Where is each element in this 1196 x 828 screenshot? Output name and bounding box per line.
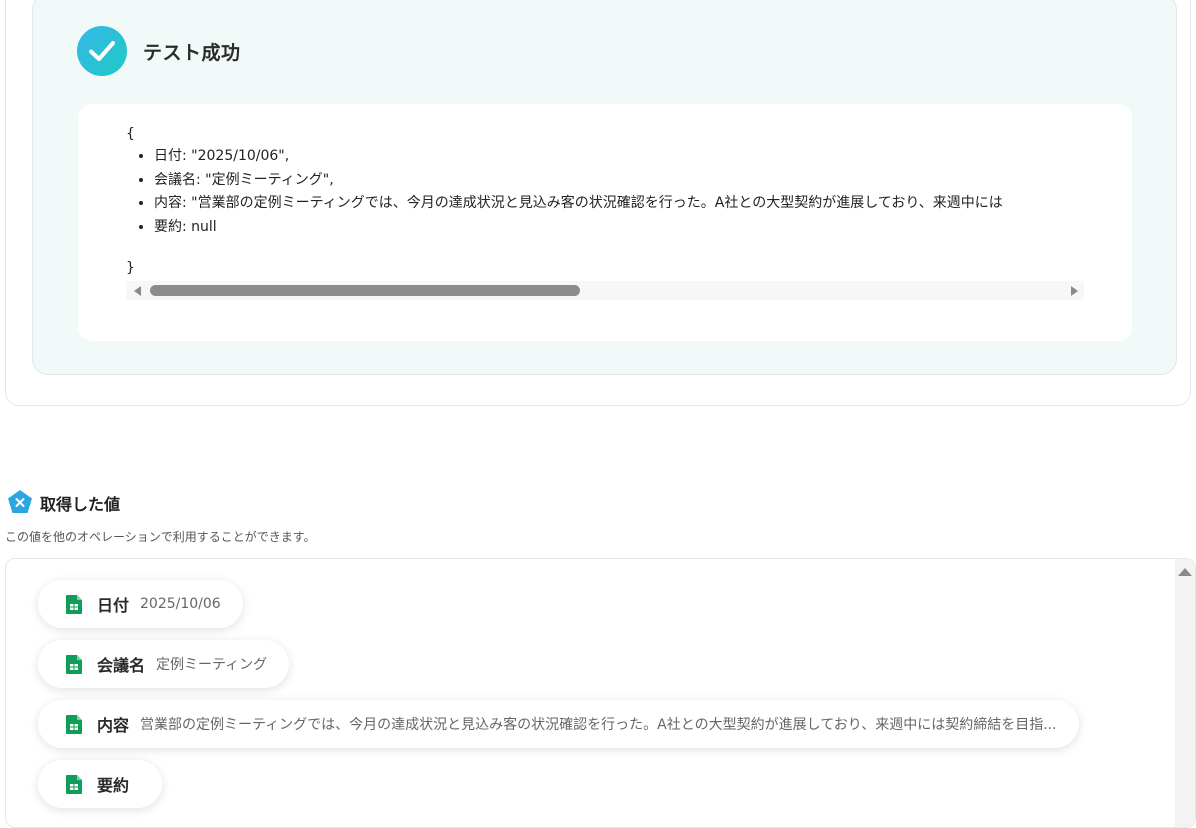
json-field-meeting-name: 会議名: "定例ミーティング", — [154, 169, 1104, 193]
success-panel: テスト成功 { 日付: "2025/10/06", 会議名: "定例ミーティング… — [32, 0, 1177, 375]
retrieved-values-title: 取得した値 — [40, 495, 121, 514]
retrieved-values-description: この値を他のオペレーションで利用することができます。 — [5, 530, 316, 544]
value-text: 定例ミーティング — [156, 657, 268, 673]
value-key: 要約 — [97, 776, 130, 795]
horizontal-scrollbar[interactable] — [126, 281, 1084, 300]
value-key: 会議名 — [97, 656, 146, 675]
check-circle-icon — [77, 26, 127, 76]
scroll-up-icon[interactable] — [1178, 568, 1192, 576]
scroll-right-icon[interactable] — [1071, 286, 1078, 296]
value-text: 2025/10/06 — [140, 596, 221, 612]
value-pill-summary[interactable]: 要約 — [38, 760, 163, 808]
json-open-brace: { — [126, 126, 135, 142]
scroll-left-icon[interactable] — [134, 286, 141, 296]
retrieved-values-panel: 日付 2025/10/06 会議名 定例ミーティング 内容 営業部の定例ミーティ… — [5, 558, 1196, 828]
json-close-brace: } — [126, 260, 135, 276]
google-sheets-icon — [66, 774, 82, 794]
test-result-card: テスト成功 { 日付: "2025/10/06", 会議名: "定例ミーティング… — [5, 0, 1191, 406]
google-sheets-icon — [66, 714, 82, 734]
google-sheets-icon — [66, 654, 82, 674]
value-key: 日付 — [97, 596, 130, 615]
horizontal-scroll-thumb[interactable] — [150, 285, 580, 296]
json-field-date: 日付: "2025/10/06", — [154, 145, 1104, 169]
vertical-scrollbar[interactable] — [1175, 559, 1195, 827]
value-text: 営業部の定例ミーティングでは、今月の達成状況と見込み客の状況確認を行った。A社と… — [140, 717, 1057, 733]
value-pill-meeting-name[interactable]: 会議名 定例ミーティング — [38, 640, 290, 688]
google-sheets-icon — [66, 594, 82, 614]
variable-icon — [8, 490, 32, 513]
json-field-summary: 要約: null — [154, 216, 1104, 240]
json-field-content: 内容: "営業部の定例ミーティングでは、今月の達成状況と見込み客の状況確認を行っ… — [154, 192, 1104, 216]
success-title: テスト成功 — [143, 42, 241, 64]
json-field-list: 日付: "2025/10/06", 会議名: "定例ミーティング", 内容: "… — [132, 145, 1104, 239]
value-pill-date[interactable]: 日付 2025/10/06 — [38, 580, 243, 628]
value-pill-content[interactable]: 内容 営業部の定例ミーティングでは、今月の達成状況と見込み客の状況確認を行った。… — [38, 700, 1079, 748]
json-output-box: { 日付: "2025/10/06", 会議名: "定例ミーティング", 内容:… — [78, 104, 1132, 341]
value-key: 内容 — [97, 716, 130, 735]
